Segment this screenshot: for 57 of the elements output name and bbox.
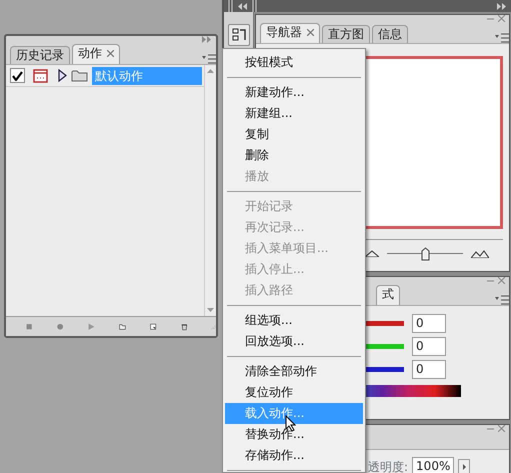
menu-item[interactable]: 组选项... <box>225 310 363 331</box>
panel-tab[interactable]: 导航器 <box>260 23 320 43</box>
scrollbar[interactable] <box>204 65 216 316</box>
zoom-slider[interactable] <box>387 246 463 260</box>
grip-icon[interactable] <box>252 0 258 12</box>
expand-arrow-icon[interactable] <box>58 69 67 82</box>
menu-item: 播放 <box>244 168 270 185</box>
opacity-label: 透明度: <box>368 458 408 473</box>
panel-menu-icon[interactable] <box>495 295 509 305</box>
menu-item: 插入路径 <box>244 282 294 299</box>
menu-item: 再次记录... <box>244 219 306 236</box>
folder-icon <box>71 69 88 82</box>
panel-tab[interactable]: 式 <box>376 285 400 305</box>
menu-item[interactable]: 复制 <box>225 124 363 145</box>
close-icon[interactable] <box>107 50 114 58</box>
close-icon[interactable] <box>307 29 314 36</box>
menu-item: 插入菜单项目... <box>244 240 330 257</box>
value-field[interactable]: 0 <box>412 314 446 333</box>
scroll-down-icon[interactable] <box>207 308 214 312</box>
menu-item[interactable]: 替换动作... <box>225 424 363 445</box>
toggle-checkbox[interactable] <box>10 68 25 83</box>
value-field[interactable]: 0 <box>412 360 446 379</box>
dropdown-arrow-icon[interactable] <box>458 458 470 473</box>
menu-item[interactable]: 清除全部动作 <box>225 361 363 382</box>
scroll-up-icon[interactable] <box>207 69 214 73</box>
panel-menu-icon[interactable] <box>495 33 509 43</box>
resize-grip-icon[interactable] <box>211 322 216 330</box>
close-icon[interactable] <box>498 425 505 432</box>
menu-item: 插入停止... <box>244 261 306 278</box>
menu-item[interactable]: 复位动作 <box>225 382 363 403</box>
check-icon <box>12 70 23 80</box>
panel-tab[interactable]: 历史记录 <box>10 46 70 64</box>
menu-item[interactable]: 新建动作... <box>225 82 363 103</box>
actions-panel-button[interactable] <box>228 24 250 46</box>
menu-item[interactable]: 删除 <box>225 145 363 166</box>
zoom-in-icon[interactable] <box>471 250 489 258</box>
opacity-field[interactable]: 100% <box>412 457 454 473</box>
collapse-left-icon[interactable] <box>238 2 248 10</box>
zoom-out-icon[interactable] <box>365 250 379 257</box>
dialog-toggle-icon[interactable] <box>33 68 48 82</box>
collapse-icon[interactable] <box>202 36 212 43</box>
menu-item[interactable]: 新建组... <box>225 103 363 124</box>
close-icon[interactable] <box>498 277 505 284</box>
menu-item[interactable]: 按钮模式 <box>225 52 363 73</box>
grip-icon[interactable] <box>228 0 234 12</box>
actions-icon <box>232 28 246 42</box>
menu-item[interactable]: 存储动作... <box>225 445 363 466</box>
panel-tab[interactable]: 直方图 <box>322 25 370 43</box>
panel-tab[interactable]: 信息 <box>372 25 408 43</box>
expand-right-icon[interactable] <box>497 2 507 10</box>
panel-menu-icon[interactable] <box>202 54 216 64</box>
panel-tab[interactable]: 动作 <box>72 44 120 64</box>
value-field[interactable]: 0 <box>412 337 446 356</box>
slider-thumb[interactable] <box>421 246 430 260</box>
menu-item: 开始记录 <box>244 198 294 215</box>
menu-item[interactable]: 回放选项... <box>225 331 363 352</box>
close-icon[interactable] <box>498 15 505 22</box>
